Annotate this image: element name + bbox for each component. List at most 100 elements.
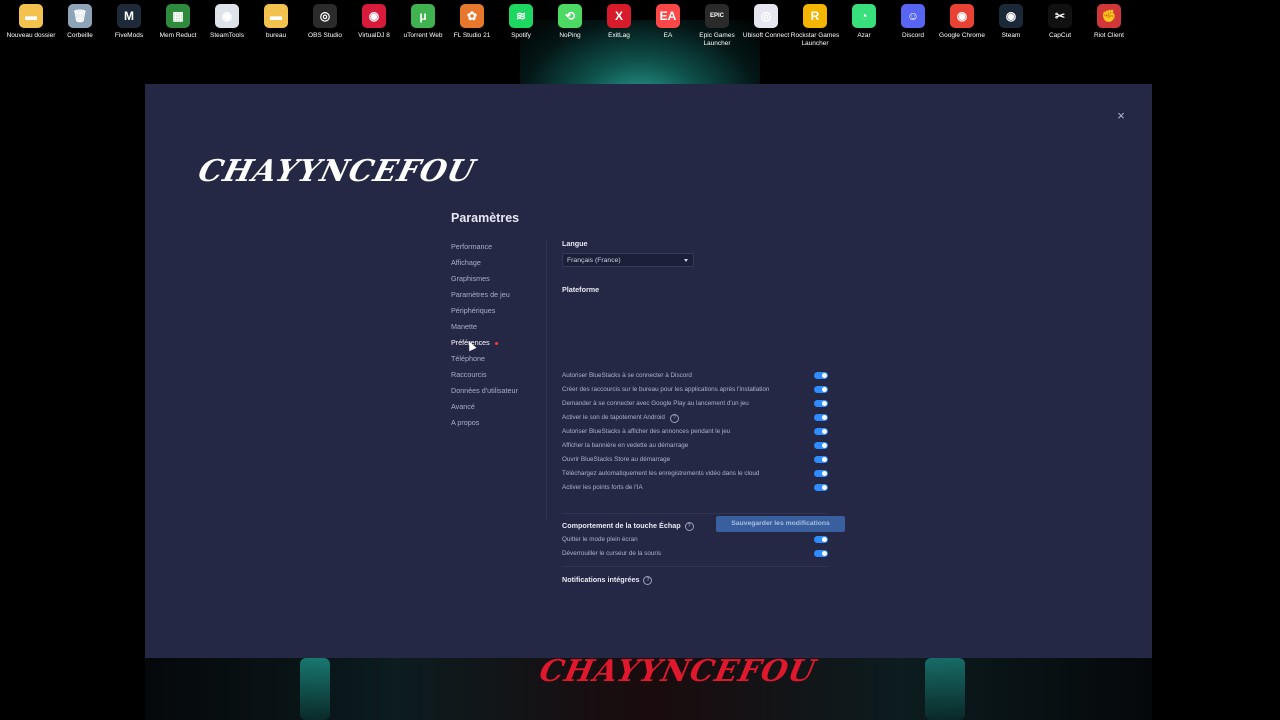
nav-item[interactable]: Performance (451, 239, 561, 255)
section-label-langue: Langue (562, 239, 588, 248)
help-icon[interactable]: ? (684, 521, 694, 531)
option-label: Déverrouiller le curseur de la souris (562, 550, 662, 557)
desktop-icon[interactable]: ✊ Riot Client (1078, 4, 1140, 40)
app-icon: ▦ (166, 4, 190, 28)
option-row: Activer le son de tapotement Android? (562, 411, 828, 425)
option-row: Quitter le mode plein écran (562, 533, 828, 547)
app-icon: ◉ (215, 4, 239, 28)
page-title: Paramètres (451, 211, 520, 225)
nav-item-label: A propos (451, 418, 480, 427)
app-icon: ◉ (950, 4, 974, 28)
option-row: Ouvrir BlueStacks Store au démarrage (562, 453, 828, 467)
nav-item-label: Téléphone (451, 354, 485, 363)
option-label: Ouvrir BlueStacks Store au démarrage (562, 456, 671, 463)
nav-item[interactable]: Préférences (451, 335, 561, 352)
nav-item-label: Paramètres de jeu (451, 290, 510, 299)
desktop-icon-label: Riot Client (1094, 32, 1124, 39)
settings-nav: Performance Affichage Graphismes Paramètres… (451, 239, 561, 431)
option-row: Demander à se connecter avec Google Play… (562, 397, 828, 411)
nav-item-label: Périphériques (451, 306, 496, 315)
wallpaper-brand-text: CHAYYNCEFOU (536, 654, 820, 689)
option-label: Demander à se connecter avec Google Play… (562, 400, 749, 407)
nav-item-label: Manette (451, 322, 477, 331)
app-icon: ✂ (1048, 4, 1072, 28)
help-icon[interactable]: ? (670, 414, 679, 423)
app-icon: ✊ (1097, 4, 1121, 28)
option-label: Activer les points forts de l'IA (562, 484, 643, 491)
toggle-switch[interactable] (814, 372, 828, 379)
toggle-switch[interactable] (814, 550, 828, 557)
section-divider (562, 513, 828, 514)
app-icon: R (803, 4, 827, 28)
section-label-echap-text: Comportement de la touche Échap (562, 521, 681, 530)
nav-item[interactable]: Affichage (451, 255, 561, 271)
nav-item[interactable]: Raccourcis (451, 367, 561, 383)
app-icon: ◉ (362, 4, 386, 28)
app-icon: ▬ (264, 4, 288, 28)
app-icon: M (117, 4, 141, 28)
language-select-value: Français (France) (567, 257, 621, 264)
nav-item[interactable]: Téléphone (451, 351, 561, 367)
section-label-notifications-text: Notifications intégrées (562, 575, 640, 584)
nav-item-label: Avancé (451, 402, 475, 411)
app-icon: ◔ (852, 4, 876, 28)
nav-item[interactable]: Avancé (451, 399, 561, 415)
toggle-switch[interactable] (814, 484, 828, 491)
toggle-switch[interactable] (814, 386, 828, 393)
nav-item[interactable]: Paramètres de jeu (451, 287, 561, 303)
toggle-switch[interactable] (814, 428, 828, 435)
settings-panel: × CHAYYNCEFOU Paramètres Performance Affi… (145, 84, 1152, 658)
option-label: Afficher la bannière en vedette au démar… (562, 442, 689, 449)
chevron-down-icon (684, 259, 688, 262)
section-divider (562, 566, 828, 567)
section-label-notifications: Notifications intégrées? (562, 575, 653, 585)
option-label: Activer le son de tapotement Android (562, 414, 665, 421)
nav-divider (546, 240, 547, 520)
nav-item-label: Raccourcis (451, 370, 487, 379)
option-label: Créer des raccourcis sur le bureau pour … (562, 386, 770, 393)
app-icon: ◉ (999, 4, 1023, 28)
app-icon: ☺ (901, 4, 925, 28)
app-icon: ⟲ (558, 4, 582, 28)
nav-item-label: Affichage (451, 258, 481, 267)
option-row: Téléchargez automatiquement les enregist… (562, 467, 828, 481)
app-icon: ≋ (509, 4, 533, 28)
unsaved-dot-icon (494, 341, 498, 345)
app-icon: X (607, 4, 631, 28)
option-label: Autoriser BlueStacks à se connecter à Di… (562, 372, 692, 379)
option-row: Créer des raccourcis sur le bureau pour … (562, 383, 828, 397)
nav-item-label: Performance (451, 242, 493, 251)
wallpaper-figure-right (925, 658, 965, 720)
app-icon: 🗑 (68, 4, 92, 28)
option-row: Autoriser BlueStacks à se connecter à Di… (562, 369, 828, 383)
app-icon: ◎ (754, 4, 778, 28)
nav-item[interactable]: A propos (451, 415, 561, 431)
option-label: Téléchargez automatiquement les enregist… (562, 470, 760, 477)
nav-item-label: Données d'utilisateur (451, 386, 518, 395)
help-icon[interactable]: ? (643, 575, 653, 585)
toggle-switch[interactable] (814, 470, 828, 477)
app-icon: ▬ (19, 4, 43, 28)
nav-item[interactable]: Graphismes (451, 271, 561, 287)
toggle-switch[interactable] (814, 536, 828, 543)
nav-item[interactable]: Manette (451, 319, 561, 335)
toggle-switch[interactable] (814, 456, 828, 463)
section-label-plateforme: Plateforme (562, 285, 600, 294)
toggle-switch[interactable] (814, 400, 828, 407)
toggle-switch[interactable] (814, 414, 828, 421)
nav-item[interactable]: Périphériques (451, 303, 561, 319)
app-icon: EA (656, 4, 680, 28)
close-icon[interactable]: × (1113, 108, 1129, 124)
language-select[interactable]: Français (France) (562, 253, 694, 267)
app-icon: μ (411, 4, 435, 28)
option-row: Afficher la bannière en vedette au démar… (562, 439, 828, 453)
nav-item[interactable]: Données d'utilisateur (451, 383, 561, 399)
option-label: Autoriser BlueStacks à afficher des anno… (562, 428, 731, 435)
toggle-switch[interactable] (814, 442, 828, 449)
save-button[interactable]: Sauvegarder les modifications (716, 516, 845, 532)
option-label: Quitter le mode plein écran (562, 536, 638, 543)
option-row: Activer les points forts de l'IA (562, 481, 828, 495)
app-icon: ◎ (313, 4, 337, 28)
brand-logo: CHAYYNCEFOU (194, 154, 479, 189)
app-icon: ✿ (460, 4, 484, 28)
